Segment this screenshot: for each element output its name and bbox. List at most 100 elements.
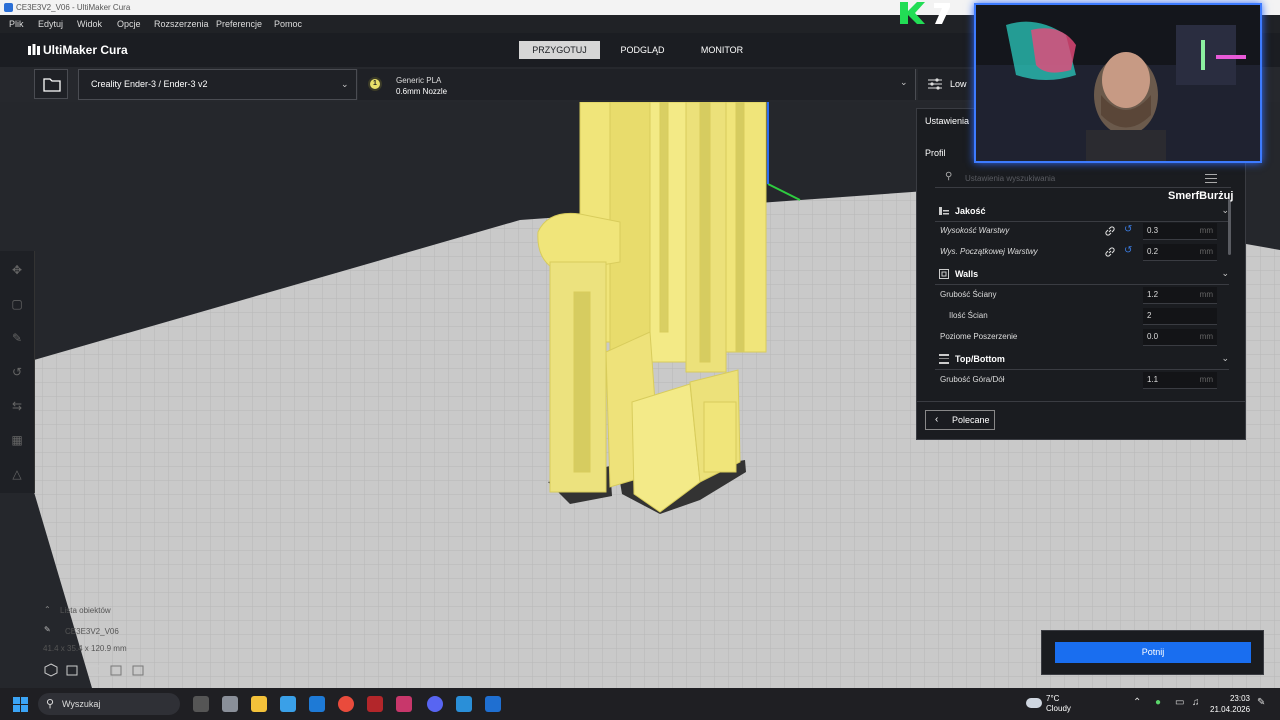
weather-temp: 7°C — [1046, 694, 1060, 703]
open-file-button[interactable] — [34, 69, 68, 99]
window-title: CE3E3V2_V06 - UltiMaker Cura — [16, 3, 131, 12]
chevron-down-icon: ⌄ — [341, 79, 349, 89]
setting-label: Grubość Ściany — [940, 290, 997, 299]
settings-search-input[interactable]: Ustawienia wyszukiwania — [965, 174, 1055, 183]
left-view-icon[interactable] — [109, 663, 123, 677]
panel-title: Ustawienia — [925, 116, 970, 126]
per-model-settings-icon[interactable]: ▦ — [10, 433, 24, 447]
webcam-overlay — [974, 3, 1262, 163]
object-name: CE3E3V2_V06 — [65, 627, 119, 636]
clock-time: 23:03 — [1229, 694, 1250, 703]
chrome-icon[interactable] — [338, 696, 354, 712]
reset-icon[interactable]: ↺ — [1124, 224, 1132, 235]
speaker-icon[interactable]: ♫ — [1192, 697, 1200, 708]
setting-unit: mm — [1199, 290, 1213, 299]
wall-count-input[interactable]: 2 — [1143, 308, 1217, 325]
folder-icon — [43, 78, 61, 92]
menu-item-help[interactable]: Pomoc — [274, 15, 302, 33]
menu-item-view[interactable]: Widok — [77, 15, 102, 33]
category-label: Walls — [955, 269, 979, 279]
hamburger-menu-icon[interactable] — [1205, 171, 1217, 186]
category-topbottom[interactable]: Top/Bottom ⌄ — [935, 349, 1229, 370]
setting-value: 0.0 — [1147, 332, 1159, 341]
scale-tool-icon[interactable]: ▢ — [10, 297, 24, 311]
mail-icon[interactable] — [309, 696, 325, 712]
top-view-icon[interactable] — [87, 663, 101, 677]
menu-item-edit[interactable]: Edytuj — [38, 15, 63, 33]
link-icon[interactable] — [1104, 225, 1116, 237]
cura-taskbar-icon[interactable] — [485, 696, 501, 712]
mirror-tool-icon[interactable]: ⇆ — [10, 399, 24, 413]
chevron-up-icon[interactable]: ⌃ — [44, 605, 51, 614]
cloud-icon — [1026, 698, 1042, 708]
undo-tool-icon[interactable]: ↺ — [10, 365, 24, 379]
layer-height-input[interactable]: 0.3 mm — [1143, 223, 1217, 240]
setting-label: Grubość Góra/Dół — [940, 375, 1005, 384]
category-quality[interactable]: Jakość ⌄ — [935, 201, 1229, 222]
k7-badge — [900, 2, 950, 24]
search-icon: ⚲ — [46, 698, 55, 710]
setting-label: Wysokość Warstwy — [940, 226, 1010, 235]
right-view-icon[interactable] — [131, 663, 145, 677]
store-icon[interactable] — [280, 696, 296, 712]
profile-summary: Low — [950, 79, 967, 89]
pencil-icon[interactable]: ✎ — [44, 625, 51, 634]
setting-label: Ilość Ścian — [949, 311, 988, 320]
microphone-icon[interactable]: ● — [1155, 697, 1161, 708]
walls-icon — [939, 269, 949, 279]
chevron-left-icon: ‹ — [935, 414, 939, 425]
support-blocker-icon[interactable]: △ — [10, 467, 24, 481]
tab-prepare[interactable]: PRZYGOTUJ — [519, 41, 600, 59]
menu-item-file[interactable]: Plik — [9, 15, 24, 33]
setting-horizontal-expansion: Poziome Poszerzenie 0.0 mm — [935, 327, 1229, 347]
taskbar-search-label: Wyszukaj — [62, 699, 101, 709]
app-icon[interactable] — [222, 696, 238, 712]
model-object[interactable] — [537, 102, 767, 513]
sliders-icon — [928, 78, 942, 90]
front-view-icon[interactable] — [65, 663, 79, 677]
taskbar-clock[interactable]: 23:03 21.04.2026 — [1210, 693, 1250, 715]
material-selector[interactable]: 1 Generic PLA 0.6mm Nozzle ⌄ — [358, 69, 916, 100]
settings-scrollbar[interactable] — [1228, 199, 1231, 255]
move-tool-icon[interactable]: ✥ — [10, 263, 24, 277]
cura-app-icon — [4, 3, 13, 12]
object-dimensions: 41.4 x 35.4 x 120.9 mm — [43, 644, 127, 653]
slice-button[interactable]: Potnij — [1055, 642, 1251, 663]
3d-view-icon[interactable] — [44, 663, 58, 677]
notification-icon[interactable]: ✎ — [1257, 697, 1265, 708]
menu-item-options[interactable]: Opcje — [117, 15, 141, 33]
object-list-title[interactable]: Lista obiektów — [60, 606, 111, 615]
network-icon[interactable]: ▭ — [1175, 697, 1184, 708]
windows-start-icon[interactable] — [13, 697, 28, 712]
wall-thickness-input[interactable]: 1.2 mm — [1143, 287, 1217, 304]
recommended-button[interactable]: ‹ Polecane — [925, 410, 995, 430]
topbottom-thickness-input[interactable]: 1.1 mm — [1143, 372, 1217, 389]
app-logo: UltiMaker Cura — [28, 43, 128, 57]
initial-layer-height-input[interactable]: 0.2 mm — [1143, 244, 1217, 261]
task-view-icon[interactable] — [193, 696, 209, 712]
setting-value: 1.1 — [1147, 375, 1159, 384]
taskbar-search[interactable]: ⚲ Wyszukaj — [38, 693, 180, 715]
tab-preview[interactable]: PODGLĄD — [604, 41, 681, 59]
setting-wall-thickness: Grubość Ściany 1.2 mm — [935, 285, 1229, 305]
menu-item-preferences[interactable]: Preferencje — [216, 15, 262, 33]
rotate-tool-icon[interactable]: ✎ — [10, 331, 24, 345]
settings-search[interactable]: ⚲ Ustawienia wyszukiwania — [935, 169, 1231, 188]
print-settings-button[interactable]: Low — [918, 69, 978, 100]
tab-monitor[interactable]: MONITOR — [684, 41, 760, 59]
category-walls[interactable]: Walls ⌄ — [935, 264, 1229, 285]
menu-item-extensions[interactable]: Rozszerzenia — [154, 15, 209, 33]
horizontal-expansion-input[interactable]: 0.0 mm — [1143, 329, 1217, 346]
reset-icon[interactable]: ↺ — [1124, 245, 1132, 256]
file-explorer-icon[interactable] — [251, 696, 267, 712]
setting-unit: mm — [1199, 332, 1213, 341]
discord-icon[interactable] — [427, 696, 443, 712]
chevron-up-icon[interactable]: ⌃ — [1133, 697, 1141, 708]
link-icon[interactable] — [1104, 246, 1116, 258]
photos-icon[interactable] — [456, 696, 472, 712]
app-icon[interactable] — [367, 696, 383, 712]
printer-selector[interactable]: Creality Ender-3 / Ender-3 v2 ⌄ — [78, 69, 357, 100]
setting-initial-layer-height: Wys. Początkowej Warstwy ↺ 0.2 mm — [935, 242, 1229, 262]
app-icon[interactable] — [396, 696, 412, 712]
setting-label: Poziome Poszerzenie — [940, 332, 1018, 341]
